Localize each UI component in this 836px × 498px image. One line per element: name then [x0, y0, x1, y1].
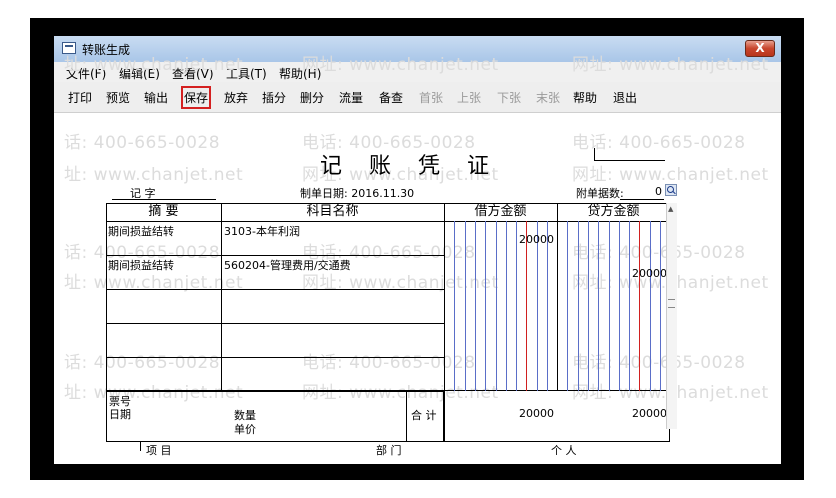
amount-digit-line	[587, 221, 589, 391]
row-divider	[106, 255, 444, 256]
amount-digit-line	[629, 221, 631, 391]
column-divider	[557, 203, 558, 391]
amount-digit-line	[485, 221, 487, 391]
row-account[interactable]: 560204-管理费用/交通费	[224, 257, 351, 273]
bottom-tick	[140, 441, 141, 451]
row-debit[interactable]: 20000	[444, 233, 554, 246]
footer-left-box	[106, 391, 444, 441]
amount-digit-line	[618, 221, 620, 391]
voucher-grid: 摘 要 科目名称 借方金额 贷方金额期间损益结转 3103-本年利润 20000 期间损益结…	[106, 203, 674, 457]
scroll-grip-icon[interactable]	[668, 299, 675, 308]
amount-digit-line	[577, 221, 579, 391]
row-divider	[106, 289, 444, 290]
scroll-up-icon[interactable]: ▲	[668, 205, 673, 213]
column-header-3: 贷方金额	[587, 204, 640, 219]
row-summary[interactable]: 期间损益结转	[108, 223, 174, 239]
header-divider	[106, 221, 670, 222]
row-divider	[106, 357, 444, 358]
amount-digit-line	[505, 221, 507, 391]
watermark-text: 网址: www.chanjet.net	[572, 165, 769, 185]
watermark-text: 网址: www.chanjet.net	[302, 55, 499, 75]
column-divider	[444, 203, 445, 391]
amount-digit-line	[567, 221, 569, 391]
person-label: 个 人	[551, 444, 577, 457]
attachment-search-icon[interactable]	[665, 184, 677, 196]
department-label: 部 门	[376, 444, 402, 457]
row-account[interactable]: 3103-本年利润	[224, 223, 300, 239]
voucher-type-underline	[112, 199, 216, 200]
row-credit[interactable]: 20000	[557, 267, 667, 280]
footer-amount-box	[444, 391, 670, 441]
amount-digit-line	[516, 221, 518, 391]
amount-digit-line	[536, 221, 538, 391]
voucher-title: 记 账 凭 证	[320, 154, 499, 179]
watermark-text: 网址: www.chanjet.net	[572, 55, 769, 75]
item-label: 项 目	[146, 444, 172, 457]
footer-divider	[406, 391, 407, 441]
row-divider	[106, 323, 444, 324]
column-header-0: 摘 要	[148, 204, 179, 219]
column-header-2: 借方金额	[474, 204, 527, 219]
voucher-number-box[interactable]	[594, 148, 665, 161]
total-label: 合 计	[411, 409, 437, 422]
amount-digit-line	[474, 221, 476, 391]
ticket-date-label: 日期	[109, 408, 131, 421]
voucher-date[interactable]: 制单日期: 2016.11.30	[300, 185, 414, 201]
amount-digit-line	[526, 221, 528, 391]
watermark-text: 址: www.chanjet.net	[64, 165, 244, 185]
unit-price-label: 单价	[234, 423, 256, 436]
watermark-text: 话: 400-665-0028	[64, 133, 221, 153]
amount-digit-line	[464, 221, 466, 391]
row-summary[interactable]: 期间损益结转	[108, 257, 174, 273]
watermark-text: 址: www.chanjet.net	[64, 55, 244, 75]
amount-digit-line	[608, 221, 610, 391]
attachments-underline	[620, 199, 664, 200]
vertical-scrollbar[interactable]: ▲	[666, 203, 677, 429]
amount-digit-line	[649, 221, 651, 391]
amount-digit-line	[495, 221, 497, 391]
voucher-window: 转账生成 X 文件(F) 编辑(E) 查看(V) 工具(T) 帮助(H) 打印 预览 输出保…	[54, 36, 781, 464]
amount-digit-line	[547, 221, 548, 391]
column-divider	[221, 203, 222, 391]
column-header-1: 科目名称	[306, 204, 359, 219]
grid-outline	[106, 203, 670, 391]
attachments-value[interactable]: 0	[655, 185, 662, 198]
amount-digit-line	[454, 221, 456, 391]
attachments-label: 附单据数:	[576, 187, 624, 200]
amount-digit-line	[639, 221, 641, 391]
amount-digit-line	[660, 221, 661, 391]
amount-digit-line	[598, 221, 600, 391]
